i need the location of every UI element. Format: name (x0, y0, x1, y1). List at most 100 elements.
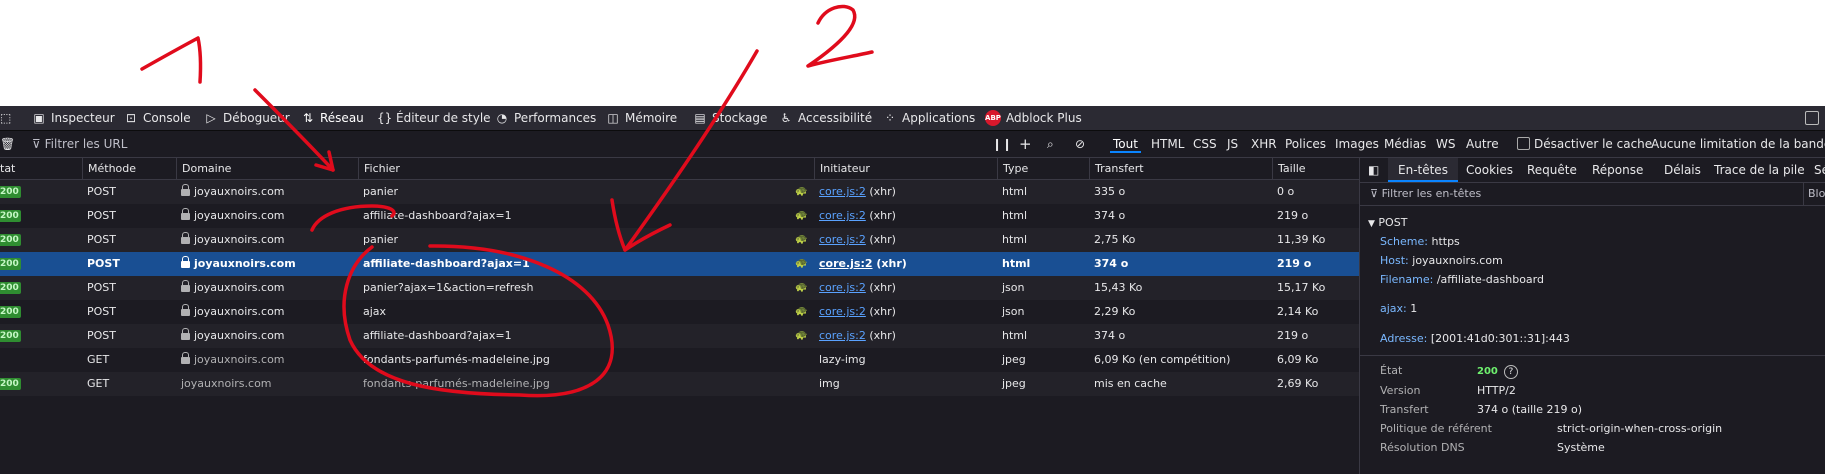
tab-editeur-de-style[interactable]: {} Éditeur de style (377, 106, 491, 130)
request-row[interactable]: 200 POST joyauxnoirs.com panier?ajax=1&acti… (0, 276, 1359, 300)
accessibility-icon: ♿ (780, 111, 792, 125)
tab-trace-de-la-pile[interactable]: Trace de la pile (1714, 158, 1805, 182)
request-row[interactable]: 200 POST joyauxnoirs.com panier core.js:2 (x… (0, 228, 1359, 252)
type-filter-medias[interactable]: Médias (1381, 135, 1429, 153)
type-filter-polices[interactable]: Polices (1282, 135, 1329, 153)
status-badge: 200 (0, 186, 21, 198)
cell-transfer: 374 o (1094, 329, 1126, 342)
cell-domain: joyauxnoirs.com (176, 180, 358, 204)
initiator-link[interactable]: core.js:2 (819, 209, 866, 222)
cell-type: html (1002, 185, 1028, 198)
type-filter-ws[interactable]: WS (1433, 135, 1458, 153)
tab-performances[interactable]: ◔ Performances (495, 106, 597, 130)
help-icon[interactable]: ? (1503, 365, 1518, 379)
tab-inspecteur[interactable]: ▣ Inspecteur (32, 106, 114, 130)
column-transfer[interactable]: Transfert (1089, 158, 1272, 179)
cell-file: fondants-parfumés-madeleine.jpg (363, 353, 550, 366)
lock-icon (181, 304, 190, 316)
throttle-turtle-icon: 🐢 (795, 282, 808, 293)
type-filter-autre[interactable]: Autre (1463, 135, 1502, 153)
column-size[interactable]: Taille (1272, 158, 1359, 179)
tab-en-tetes[interactable]: En-têtes (1388, 158, 1458, 182)
tab-memoire[interactable]: ◫ Mémoire (606, 106, 677, 130)
initiator-link[interactable]: core.js:2 (819, 185, 866, 198)
request-row[interactable]: 200 POST joyauxnoirs.com affiliate-dashboar… (0, 324, 1359, 348)
type-filter-html[interactable]: HTML (1148, 135, 1187, 153)
request-row[interactable]: GET joyauxnoirs.com fondants-parfumés-made… (0, 348, 1359, 372)
style-editor-icon: {} (377, 111, 393, 125)
element-picker-icon[interactable]: ⬚ (0, 106, 11, 130)
pause-icon[interactable]: ❙❙ (992, 131, 1012, 157)
lock-icon (181, 280, 190, 292)
url-filter-input[interactable]: ⊽ Filtrer les URL (32, 131, 127, 157)
cell-domain: joyauxnoirs.com (176, 228, 358, 252)
tab-console[interactable]: ⊡ Console (124, 106, 191, 130)
initiator-link[interactable]: core.js:2 (819, 281, 866, 294)
request-row[interactable]: 200 POST joyauxnoirs.com panier core.js:2 (x… (0, 180, 1359, 204)
request-row[interactable]: 200 POST joyauxnoirs.com affiliate-dashboar… (0, 252, 1359, 276)
type-filter-images[interactable]: Images (1332, 135, 1382, 153)
cell-transfer: mis en cache (1094, 377, 1167, 390)
annotation-number-1 (140, 36, 203, 84)
type-filter-css[interactable]: CSS (1190, 135, 1220, 153)
throttling-select[interactable]: Aucune limitation de la bande pas (1651, 131, 1825, 157)
network-filter-bar: 🗑 ⊽ Filtrer les URL ❙❙ + ⌕ ⊘ Tout HTML C… (0, 131, 1825, 158)
tab-reponse[interactable]: Réponse (1592, 158, 1643, 182)
column-domain[interactable]: Domaine (176, 158, 358, 179)
type-filter-xhr[interactable]: XHR (1248, 135, 1280, 153)
filter-icon: ⊽ (1370, 187, 1379, 200)
tab-requete[interactable]: Requête (1527, 158, 1577, 182)
request-row[interactable]: 200 POST joyauxnoirs.com affiliate-dashboar… (0, 204, 1359, 228)
divider (1360, 355, 1825, 356)
type-filter-tout[interactable]: Tout (1110, 135, 1141, 153)
throttle-turtle-icon: 🐢 (795, 234, 808, 245)
cell-initiator: core.js:2 (xhr) (819, 305, 896, 318)
tab-reseau[interactable]: ⇅ Réseau (301, 106, 364, 130)
block-button[interactable]: Blo (1803, 183, 1825, 205)
initiator-link[interactable]: core.js:2 (819, 305, 866, 318)
disable-cache-checkbox[interactable]: Désactiver le cache (1517, 131, 1652, 157)
type-filter-js[interactable]: JS (1224, 135, 1241, 153)
cell-transfer: 2,29 Ko (1094, 305, 1136, 318)
column-method[interactable]: Méthode (82, 158, 176, 179)
headers-filter-input[interactable]: ⊽ Filtrer les en-têtes Blo (1360, 183, 1825, 206)
request-row[interactable]: 200 POST joyauxnoirs.com ajax core.js:2 (xhr… (0, 300, 1359, 324)
lock-icon (181, 328, 190, 340)
cell-file: affiliate-dashboard?ajax=1 (363, 329, 512, 342)
state-row: État 200? (1380, 364, 1518, 379)
cell-method: POST (87, 185, 116, 198)
dns-resolution-row: Résolution DNS Système (1380, 441, 1605, 454)
block-icon[interactable]: ⊘ (1075, 131, 1085, 157)
cell-method: POST (87, 209, 116, 222)
tab-delais[interactable]: Délais (1664, 158, 1701, 182)
post-section-toggle[interactable]: ▼ POST (1368, 216, 1407, 229)
column-type[interactable]: Type (997, 158, 1089, 179)
tab-applications[interactable]: ⁘ Applications (883, 106, 975, 130)
tab-stockage[interactable]: ▤ Stockage (693, 106, 767, 130)
column-initiator[interactable]: Initiateur (814, 158, 997, 179)
toggle-panel-icon[interactable]: ◧ (1368, 158, 1379, 182)
search-icon[interactable]: ⌕ (1047, 131, 1054, 157)
tab-cookies[interactable]: Cookies (1466, 158, 1513, 182)
column-status[interactable]: tat (0, 158, 82, 179)
column-file[interactable]: Fichier (358, 158, 814, 179)
initiator-link[interactable]: core.js:2 (819, 329, 866, 342)
add-icon[interactable]: + (1019, 131, 1032, 157)
cell-file: fondants-parfumés-madeleine.jpg (363, 377, 550, 390)
tab-adblock-plus[interactable]: ABP Adblock Plus (985, 106, 1082, 130)
tab-securite[interactable]: Sé (1814, 158, 1825, 182)
tab-accessibilite[interactable]: ♿ Accessibilité (779, 106, 873, 130)
initiator-link[interactable]: core.js:2 (819, 233, 866, 246)
cell-domain: joyauxnoirs.com (176, 204, 358, 228)
cell-file: affiliate-dashboard?ajax=1 (363, 257, 530, 270)
status-badge: 200 (0, 282, 21, 294)
cell-file: panier (363, 233, 399, 246)
address-row: Adresse: [2001:41d0:301::31]:443 (1380, 332, 1570, 345)
dock-options-icon[interactable] (1805, 111, 1819, 125)
trash-icon[interactable]: 🗑 (0, 131, 15, 157)
tab-debogueur[interactable]: ▷ Débogueur (204, 106, 289, 130)
cell-transfer: 374 o (1094, 209, 1126, 222)
initiator-link[interactable]: core.js:2 (819, 257, 873, 270)
transfer-row: Transfert 374 o (taille 219 o) (1380, 403, 1583, 416)
request-row[interactable]: 200 GET joyauxnoirs.com fondants-parfumés-m… (0, 372, 1359, 396)
